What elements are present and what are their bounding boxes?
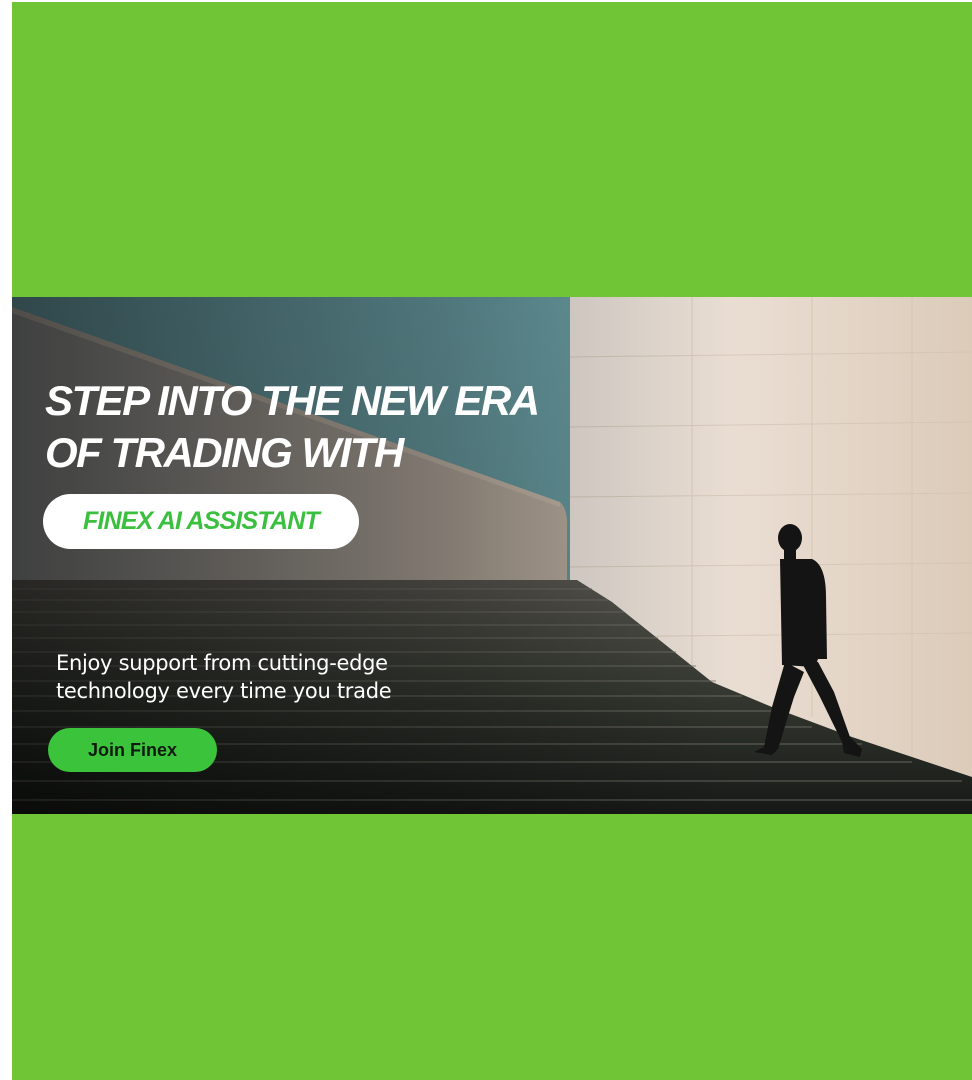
product-name: FINEX AI ASSISTANT — [82, 507, 320, 535]
subtext-line-2: technology every time you trade — [56, 679, 392, 703]
headline-line-1: STEP INTO THE NEW ERA — [45, 377, 540, 424]
page-background: STEP INTO THE NEW ERA OF TRADING WITH FI… — [12, 2, 972, 1080]
product-name-pill: FINEX AI ASSISTANT — [43, 494, 359, 549]
headline: STEP INTO THE NEW ERA OF TRADING WITH — [45, 375, 540, 479]
subtext-line-1: Enjoy support from cutting-edge — [56, 651, 388, 675]
join-finex-button[interactable]: Join Finex — [48, 728, 217, 772]
promo-banner: STEP INTO THE NEW ERA OF TRADING WITH FI… — [12, 297, 972, 814]
banner-subtext: Enjoy support from cutting-edge technolo… — [56, 649, 392, 705]
headline-line-2: OF TRADING WITH — [45, 429, 404, 476]
